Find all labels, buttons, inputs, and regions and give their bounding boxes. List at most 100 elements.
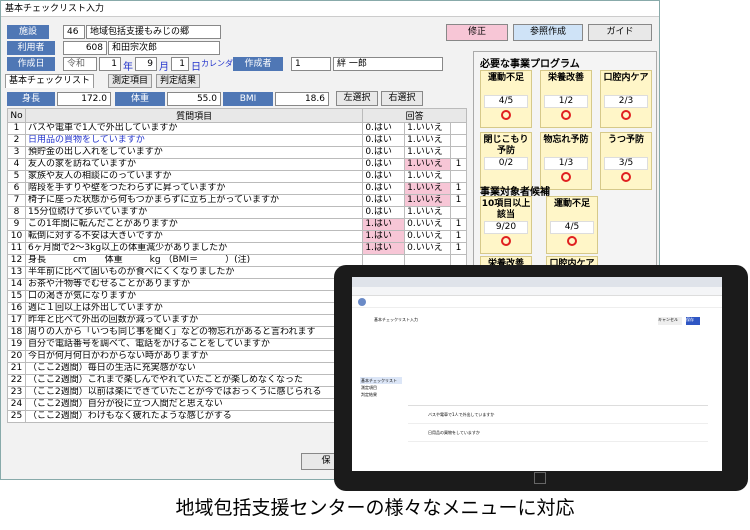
height-field[interactable]: 172.0 <box>57 92 111 106</box>
column-header-answer: 回答 <box>362 108 467 123</box>
program-name: 閉じこもり予防 <box>483 135 529 156</box>
answer-no-option[interactable]: 1.いいえ <box>404 122 452 135</box>
row-number: 14 <box>7 278 26 291</box>
facility-code-field[interactable]: 46 <box>63 25 85 39</box>
match-circle-icon <box>621 110 631 120</box>
guide-button[interactable]: ガイド <box>588 24 652 41</box>
row-number: 22 <box>7 374 26 387</box>
candidate-name: 10項目以上該当 <box>481 199 531 220</box>
answer-no-option[interactable]: 0.いいえ <box>404 242 452 255</box>
row-number: 4 <box>7 158 26 171</box>
answer-yes-option[interactable]: 0.はい <box>362 170 406 183</box>
answer-yes-option[interactable]: 0.はい <box>362 206 406 219</box>
answer-no-option[interactable]: 1.いいえ <box>404 134 452 147</box>
answer-no-option[interactable]: 1.いいえ <box>404 206 452 219</box>
row-number: 18 <box>7 326 26 339</box>
user-code-field[interactable]: 608 <box>63 41 107 55</box>
answer-yes-option[interactable]: 0.はい <box>362 158 406 171</box>
facility-name-field[interactable]: 地域包括支援もみじの郷 <box>86 25 221 39</box>
day-field[interactable]: 1 <box>171 57 189 71</box>
row-number: 5 <box>7 170 26 183</box>
app-header <box>352 296 722 308</box>
tab-result[interactable]: 判定結果 <box>156 74 201 88</box>
tablet-sidebar-item[interactable]: 基本チェックリスト <box>360 377 402 384</box>
row-number: 2 <box>7 134 26 147</box>
row-number: 24 <box>7 398 26 411</box>
tablet-save-button[interactable]: 保存 <box>686 317 700 325</box>
answer-no-option[interactable]: 1.いいえ <box>404 170 452 183</box>
year-field[interactable]: 1 <box>99 57 121 71</box>
answer-yes-option[interactable]: 0.はい <box>362 194 406 207</box>
browser-tabbar <box>352 277 722 287</box>
tablet-sidebar-item[interactable]: 測定項目 <box>360 384 402 391</box>
answer-no-option[interactable]: 0.いいえ <box>404 218 452 231</box>
app-logo-icon <box>358 298 366 306</box>
answer-yes-option[interactable]: 0.はい <box>362 146 406 159</box>
row-number: 20 <box>7 350 26 363</box>
row-number: 6 <box>7 182 26 195</box>
match-circle-icon <box>621 172 631 182</box>
tablet-row: バスや電車で1人で外出していますか <box>408 406 708 424</box>
question-text: バスや電車で1人で外出していますか <box>24 122 364 135</box>
answer-yes-option[interactable]: 1.はい <box>362 230 406 243</box>
column-header-no: No <box>7 108 26 123</box>
candidate-score: 9/20 <box>484 221 528 234</box>
answer-no-option[interactable]: 1.いいえ <box>404 182 452 195</box>
program-name: 栄養改善 <box>547 73 584 83</box>
author-name-field[interactable]: 絆 一郎 <box>333 57 443 71</box>
program-score: 1/2 <box>544 95 588 108</box>
month-unit: 月 <box>159 62 169 73</box>
author-code-field[interactable]: 1 <box>291 57 331 71</box>
answer-yes-option[interactable]: 0.はい <box>362 134 406 147</box>
answer-yes-option[interactable]: 0.はい <box>362 182 406 195</box>
question-text: （ここ2週間）わけもなく疲れたような感じがする <box>24 410 364 423</box>
answer-yes-option[interactable]: 1.はい <box>362 218 406 231</box>
row-number: 3 <box>7 146 26 159</box>
program-card[interactable]: うつ予防 3/5 <box>600 132 652 190</box>
user-name-field[interactable]: 和田宗次郎 <box>108 41 220 55</box>
tablet-sidebar-item[interactable]: 判定結果 <box>360 391 402 398</box>
tablet-cancel-button[interactable]: キャンセル <box>658 317 682 325</box>
answer-no-option[interactable]: 0.いいえ <box>404 230 452 243</box>
right-select-button[interactable]: 右選択 <box>381 91 423 106</box>
program-card[interactable]: 口腔内ケア 2/3 <box>600 70 652 128</box>
reference-create-button[interactable]: 参照作成 <box>513 24 583 41</box>
table-row: 4 友人の家を訪ねていますか 0.はい 1.いいえ 1 <box>7 158 467 171</box>
answer-yes-option[interactable]: 1.はい <box>362 242 406 255</box>
era-select[interactable]: 令和 <box>63 57 97 71</box>
program-score: 3/5 <box>604 157 648 170</box>
tab-basic-checklist[interactable]: 基本チェックリスト <box>5 74 95 88</box>
row-number: 11 <box>7 242 26 255</box>
table-row: 5 家族や友人の相談にのっていますか 0.はい 1.いいえ <box>7 170 467 183</box>
row-number: 15 <box>7 290 26 303</box>
question-text: 自分で電話番号を調べて、電話をかけることをしていますか <box>24 338 364 351</box>
program-name: うつ予防 <box>607 135 644 145</box>
tablet-app-title: 基本チェックリスト入力 <box>374 317 418 322</box>
row-number: 16 <box>7 302 26 315</box>
candidate-name: 運動不足 <box>553 199 590 209</box>
match-circle-icon <box>567 236 577 246</box>
day-unit: 日 <box>191 62 201 73</box>
column-header-question: 質問項目 <box>24 108 364 123</box>
left-select-button[interactable]: 左選択 <box>336 91 378 106</box>
tab-measurement[interactable]: 測定項目 <box>108 74 153 88</box>
candidate-score: 4/5 <box>550 221 594 234</box>
program-card[interactable]: 運動不足 4/5 <box>480 70 532 128</box>
browser-addressbar[interactable] <box>352 287 722 296</box>
row-number: 13 <box>7 266 26 279</box>
question-text: 身長 cm 体重 kg （BMI＝ ）(注) <box>24 254 364 267</box>
answer-no-option[interactable]: 1.いいえ <box>404 194 452 207</box>
program-panel: 必要な事業プログラム 運動不足 4/5 栄養改善 1/2 口腔内ケア 2/3 閉じこもり予防… <box>473 51 657 314</box>
edit-button[interactable]: 修正 <box>446 24 508 41</box>
month-field[interactable]: 9 <box>135 57 157 71</box>
tablet-sidebar: 基本チェックリスト 測定項目 判定結果 <box>360 377 402 398</box>
answer-yes-option[interactable]: 0.はい <box>362 122 406 135</box>
candidate-card[interactable]: 10項目以上該当 9/20 <box>480 196 532 254</box>
answer-no-option[interactable]: 1.いいえ <box>404 146 452 159</box>
row-number: 7 <box>7 194 26 207</box>
weight-field[interactable]: 55.0 <box>167 92 221 106</box>
row-number: 9 <box>7 218 26 231</box>
answer-no-option[interactable]: 1.いいえ <box>404 158 452 171</box>
candidate-card[interactable]: 運動不足 4/5 <box>546 196 598 254</box>
program-card[interactable]: 栄養改善 1/2 <box>540 70 592 128</box>
